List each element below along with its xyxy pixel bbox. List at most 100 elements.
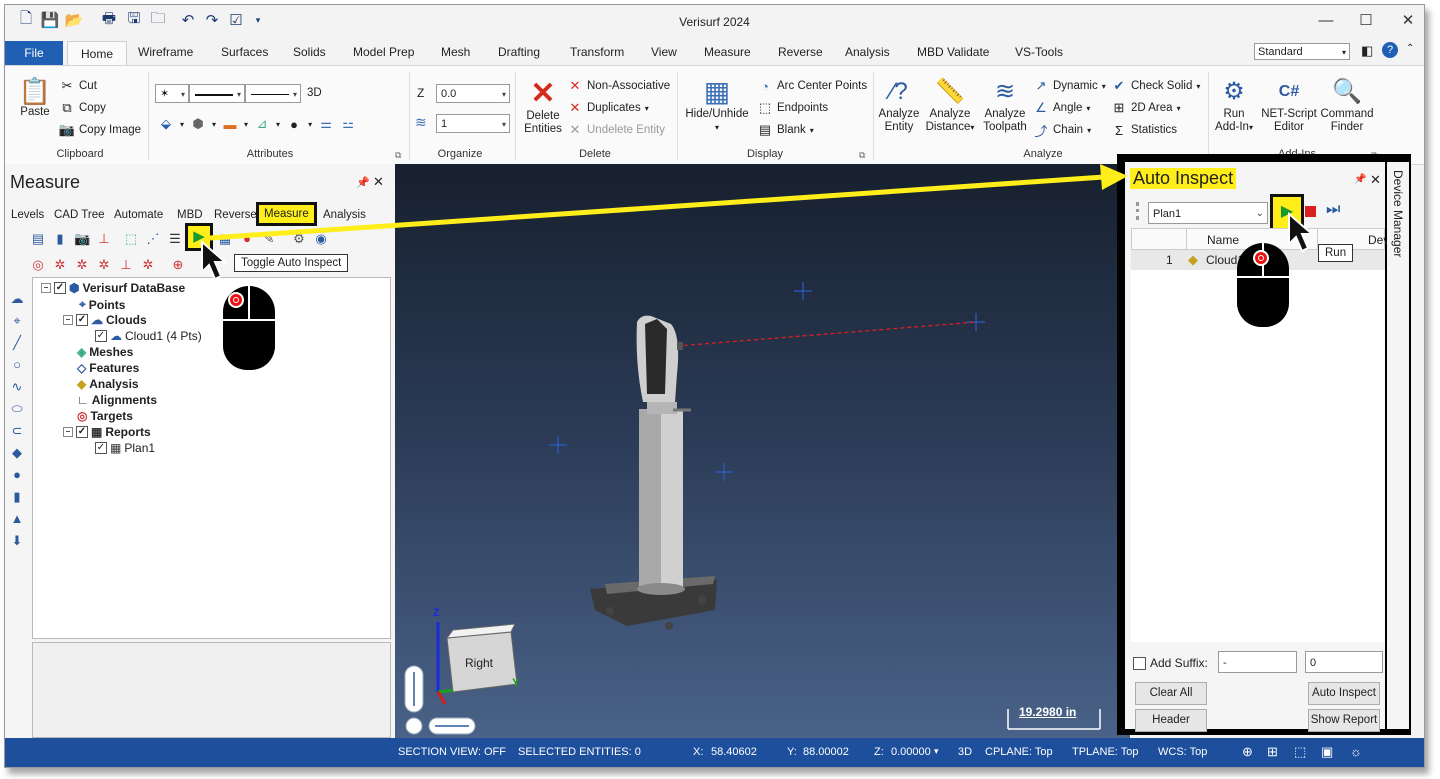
- blank-button[interactable]: ▤ Blank ▾: [757, 122, 814, 138]
- chain-button[interactable]: ⤴ Chain ▾: [1033, 122, 1091, 139]
- copy-image-button[interactable]: 📷 Copy Image: [59, 122, 141, 138]
- tab-reverse[interactable]: Reverse: [778, 45, 823, 59]
- check-solid-button[interactable]: ✔ Check Solid ▾: [1111, 78, 1201, 94]
- device-manager-tab[interactable]: Device Manager: [1387, 162, 1409, 729]
- header-button[interactable]: Header: [1135, 709, 1207, 732]
- status-mode[interactable]: 3D: [958, 746, 972, 758]
- scatter-icon[interactable]: ⋰: [145, 231, 161, 247]
- show-report-button[interactable]: Show Report: [1308, 709, 1380, 732]
- tab-view[interactable]: View: [651, 45, 677, 59]
- tab-file[interactable]: File: [5, 41, 63, 65]
- tree-item-root[interactable]: − ✓ ⬢ Verisurf DataBase: [41, 281, 185, 295]
- lights-icon[interactable]: ☼: [1350, 744, 1362, 759]
- tab-model-prep[interactable]: Model Prep: [353, 45, 414, 59]
- view-icon[interactable]: ◉: [313, 231, 329, 247]
- panel-tab-measure[interactable]: Measure: [256, 202, 317, 226]
- pin-icon[interactable]: 📌: [1354, 174, 1366, 185]
- cone-icon[interactable]: ▲: [9, 511, 25, 527]
- style-icon[interactable]: ◧: [1361, 43, 1373, 59]
- ellipse-icon[interactable]: ⬭: [9, 401, 25, 417]
- non-associative-button[interactable]: ✕ Non-Associative: [567, 78, 671, 94]
- add-suffix-checkbox[interactable]: Add Suffix:: [1133, 656, 1208, 670]
- tree-item-reports[interactable]: − ✓ ▦ Reports: [63, 425, 151, 439]
- analyze-distance-button[interactable]: 📏 Analyze Distance▾: [923, 76, 977, 134]
- status-tplane[interactable]: TPLANE: Top: [1072, 746, 1138, 758]
- angle-button[interactable]: ∠ Angle ▾: [1033, 100, 1090, 116]
- status-z-dropdown-icon[interactable]: ▾: [934, 746, 939, 757]
- point-style-select[interactable]: ✶ ▾: [155, 84, 189, 103]
- tree-item-analysis[interactable]: ◆ Analysis: [77, 377, 139, 391]
- statistics-button[interactable]: Σ Statistics: [1111, 122, 1177, 138]
- sphere-icon[interactable]: ●: [9, 467, 25, 483]
- axis-icon[interactable]: ⊥: [96, 231, 112, 247]
- view-orient-icon[interactable]: ⊞: [1267, 744, 1278, 760]
- tab-drafting[interactable]: Drafting: [498, 45, 540, 59]
- circle-icon[interactable]: ○: [9, 357, 25, 373]
- panel-tab-analysis[interactable]: Analysis: [323, 209, 366, 221]
- endpoints-button[interactable]: ⬚ Endpoints: [757, 100, 828, 116]
- tab-surfaces[interactable]: Surfaces: [221, 45, 268, 59]
- dynamic-button[interactable]: ↗ Dynamic ▾: [1033, 78, 1106, 94]
- analyze-toolpath-button[interactable]: ≋ Analyze Toolpath: [979, 76, 1031, 134]
- surface-color-icon[interactable]: ▬: [222, 116, 238, 132]
- target-icon[interactable]: ◎: [30, 257, 46, 273]
- auto-inspect-button[interactable]: Auto Inspect: [1308, 682, 1380, 705]
- clear-attributes-icon[interactable]: ⚍: [340, 116, 356, 132]
- shaded-view-icon[interactable]: ▣: [1321, 744, 1333, 760]
- analyze-entity-button[interactable]: ⁄? Analyze Entity: [877, 76, 921, 134]
- tab-vs-tools[interactable]: VS-Tools: [1015, 45, 1063, 59]
- build-plane-icon[interactable]: ✲: [96, 257, 112, 273]
- tab-solids[interactable]: Solids: [293, 45, 326, 59]
- delete-entities-button[interactable]: ✕ Delete Entities: [521, 78, 565, 136]
- area-2d-button[interactable]: ⊞ 2D Area ▾: [1111, 100, 1181, 116]
- surface-point-icon[interactable]: ⬇: [9, 533, 25, 549]
- tree-item-plan1[interactable]: ✓ ▦ Plan1: [95, 441, 155, 455]
- cylinder-icon[interactable]: ▮: [9, 489, 25, 505]
- clear-all-button[interactable]: Clear All: [1135, 682, 1207, 705]
- tab-mesh[interactable]: Mesh: [441, 45, 470, 59]
- build-icon[interactable]: ⬚: [123, 231, 139, 247]
- material-icon[interactable]: ●: [286, 116, 302, 132]
- globe-icon[interactable]: ⊕: [1242, 744, 1253, 760]
- tree-item-cloud1[interactable]: ✓ ☁ Cloud1 (4 Pts): [95, 329, 202, 343]
- display-launcher-icon[interactable]: ⧉: [859, 150, 865, 161]
- set-attributes-icon[interactable]: ⚌: [318, 116, 334, 132]
- tab-home[interactable]: Home: [67, 41, 127, 67]
- z-depth-input[interactable]: 0.0 ▾: [436, 84, 510, 103]
- color-fill-icon[interactable]: ⬙: [158, 116, 174, 132]
- tab-measure[interactable]: Measure: [704, 45, 751, 59]
- status-wcs[interactable]: WCS: Top: [1158, 746, 1207, 758]
- status-selected-entities[interactable]: SELECTED ENTITIES: 0: [518, 746, 641, 758]
- edit-icon[interactable]: ✎: [261, 231, 277, 247]
- tree-item-features[interactable]: ◇ Features: [77, 361, 139, 375]
- camera-icon[interactable]: 📷: [74, 231, 90, 247]
- line-width-select[interactable]: ▾: [245, 84, 301, 103]
- collapse-ribbon-icon[interactable]: ⌃: [1406, 43, 1414, 54]
- build-circle-icon[interactable]: ✲: [140, 257, 156, 273]
- tab-analysis[interactable]: Analysis: [845, 45, 890, 59]
- mode-3d-label[interactable]: 3D: [307, 87, 322, 99]
- run-add-in-button[interactable]: ⚙ Run Add-In▾: [1212, 76, 1256, 134]
- arc-center-points-button[interactable]: ◔ Arc Center Points: [757, 78, 867, 94]
- panel-tab-reverse[interactable]: Reverse: [214, 209, 257, 221]
- plane-icon[interactable]: ◆: [9, 445, 25, 461]
- attributes-launcher-icon[interactable]: ⧉: [395, 150, 401, 161]
- suffix-number-input[interactable]: 0: [1305, 651, 1383, 673]
- list-icon[interactable]: ☰: [167, 231, 183, 247]
- cloud-icon[interactable]: ☁: [9, 291, 25, 307]
- column-name[interactable]: Name: [1207, 233, 1239, 247]
- curve-icon[interactable]: ∿: [9, 379, 25, 395]
- tree-item-points[interactable]: ⌖ Points: [79, 297, 125, 312]
- level-color-icon[interactable]: ⬢: [190, 116, 206, 132]
- settings-icon[interactable]: ⚙: [291, 231, 307, 247]
- wireframe-view-icon[interactable]: ⬚: [1294, 744, 1306, 760]
- close-panel-icon[interactable]: ✕: [373, 174, 384, 190]
- copy-button[interactable]: ⧉ Copy: [59, 100, 106, 116]
- build-point-icon[interactable]: ✲: [52, 257, 68, 273]
- pin-icon[interactable]: 📌: [356, 176, 370, 189]
- panel-tab-mbd[interactable]: MBD: [177, 209, 203, 221]
- graphics-viewport[interactable]: Z Y Right 19.2980 in: [395, 164, 1130, 738]
- close-window-button[interactable]: ✕: [1393, 11, 1423, 31]
- tab-transform[interactable]: Transform: [570, 45, 624, 59]
- tree-item-targets[interactable]: ◎ Targets: [77, 409, 133, 423]
